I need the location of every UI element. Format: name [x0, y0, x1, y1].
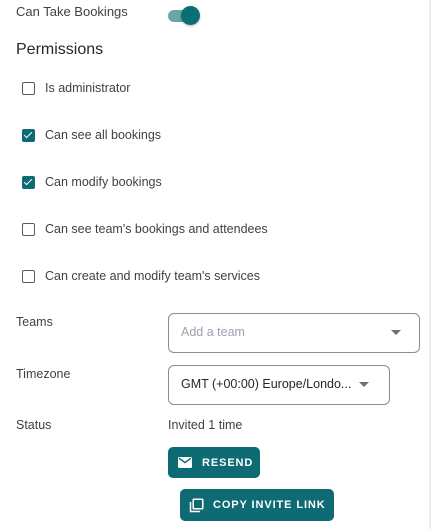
status-value: Invited 1 time — [168, 418, 243, 432]
checkbox-checked[interactable] — [22, 128, 35, 142]
permission-label: Can see all bookings — [45, 128, 162, 142]
permission-label: Can create and modify team's services — [45, 269, 260, 283]
permission-label: Can modify bookings — [45, 175, 162, 189]
timezone-value: GMT (+00:00) Europe/Londo... — [181, 377, 352, 391]
checkbox[interactable] — [22, 81, 35, 95]
permission-see-all-bookings[interactable]: Can see all bookings — [22, 125, 161, 145]
take-bookings-toggle[interactable] — [168, 6, 200, 25]
timezone-select[interactable]: GMT (+00:00) Europe/Londo... — [168, 365, 390, 405]
toggle-knob[interactable] — [181, 6, 200, 25]
mail-icon — [178, 457, 192, 468]
status-label: Status — [16, 418, 52, 432]
copy-invite-link-label: COPY INVITE LINK — [213, 499, 326, 511]
permission-see-team-bookings[interactable]: Can see team's bookings and attendees — [22, 219, 268, 239]
permission-is-administrator[interactable]: Is administrator — [22, 78, 130, 98]
permission-label: Can see team's bookings and attendees — [45, 222, 268, 236]
checkbox-checked[interactable] — [22, 175, 35, 189]
copy-icon — [189, 497, 204, 512]
checkbox[interactable] — [22, 269, 35, 283]
resend-button[interactable]: RESEND — [168, 447, 260, 478]
chevron-down-icon[interactable] — [359, 382, 369, 387]
chevron-down-icon[interactable] — [391, 330, 401, 335]
teams-placeholder: Add a team — [181, 325, 245, 339]
permission-label: Is administrator — [45, 81, 131, 95]
timezone-label: Timezone — [16, 367, 71, 381]
teams-select[interactable]: Add a team — [168, 313, 420, 353]
copy-invite-link-button[interactable]: COPY INVITE LINK — [180, 489, 334, 521]
resend-label: RESEND — [202, 456, 254, 469]
permissions-title: Permissions — [16, 41, 104, 58]
teams-label: Teams — [16, 315, 53, 329]
take-bookings-label: Can Take Bookings — [16, 4, 128, 19]
permission-modify-team-services[interactable]: Can create and modify team's services — [22, 266, 260, 286]
permission-modify-bookings[interactable]: Can modify bookings — [22, 172, 162, 192]
checkbox[interactable] — [22, 222, 35, 236]
